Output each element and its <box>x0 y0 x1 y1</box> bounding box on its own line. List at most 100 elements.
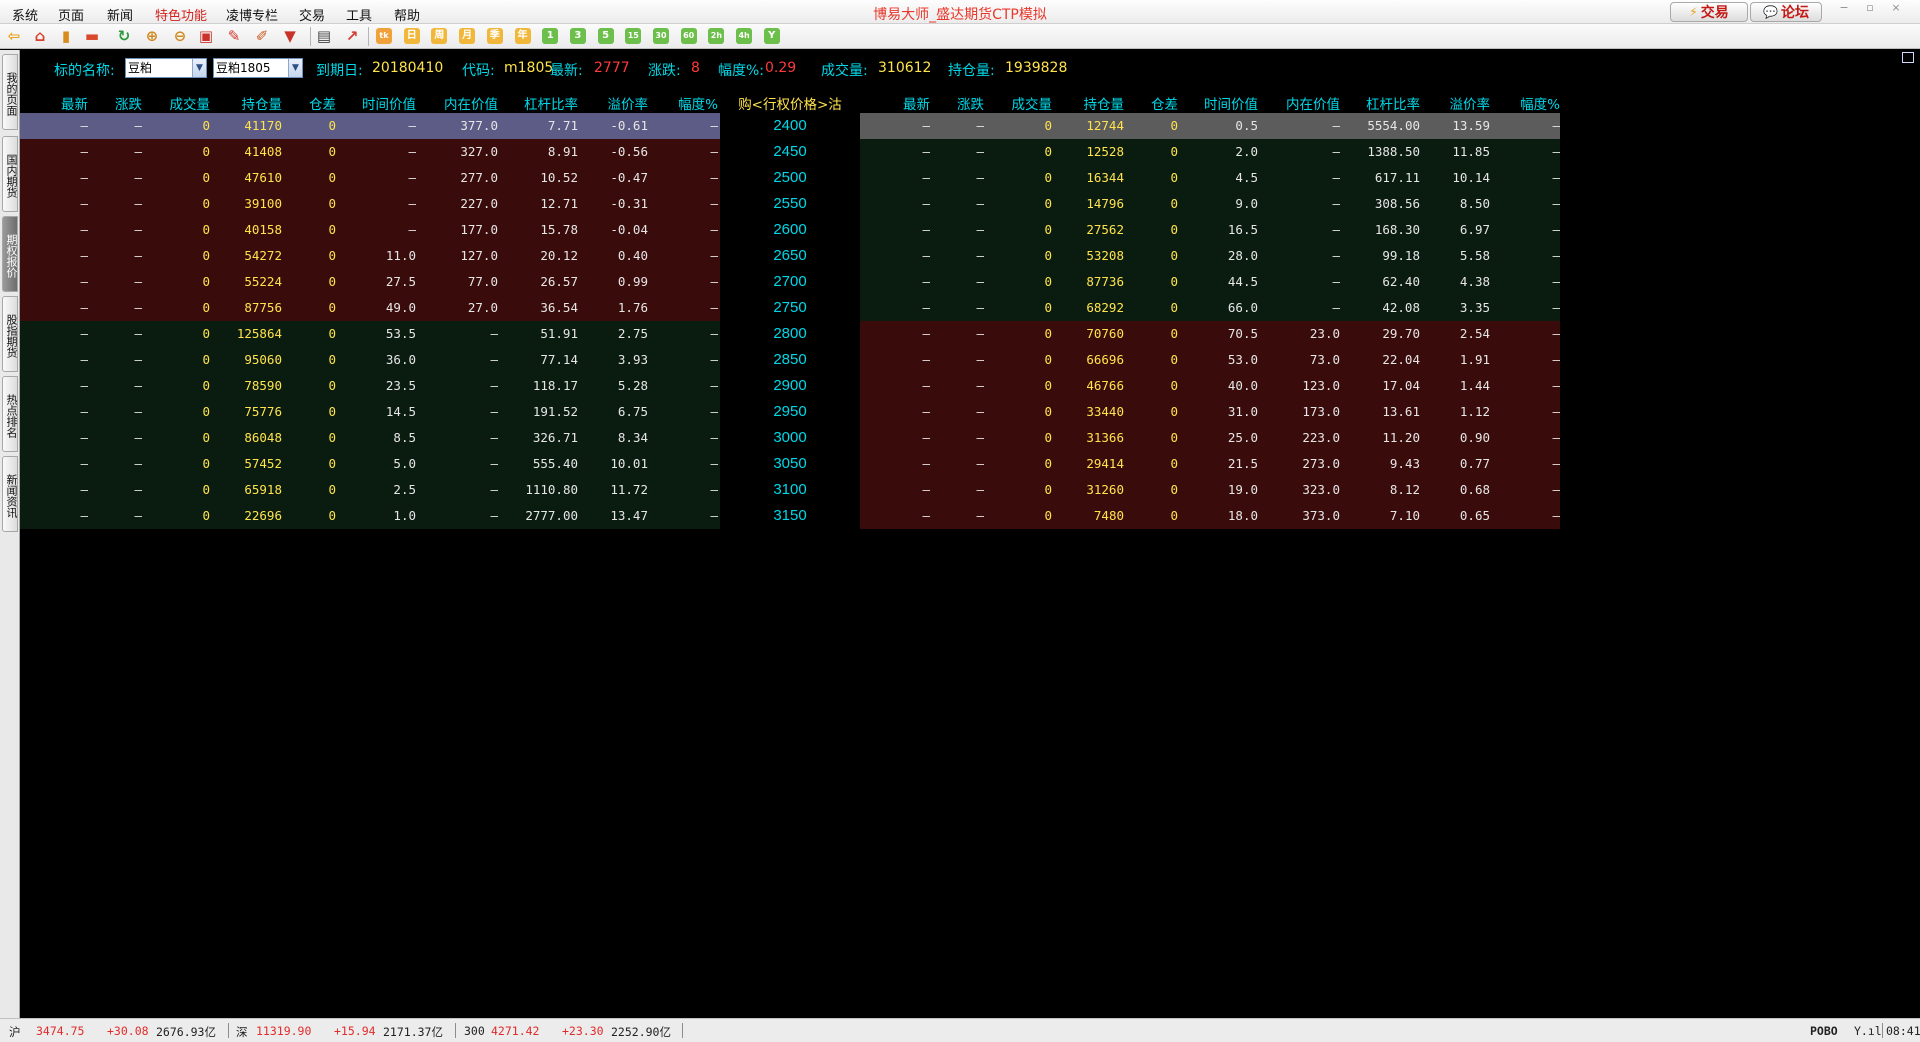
menu-tools[interactable]: 工具 <box>346 5 372 24</box>
season-chart-button[interactable]: 季 <box>486 28 503 44</box>
call-oi-change-cell: 0 <box>328 430 336 445</box>
strike-cell: 2650 <box>720 243 860 269</box>
status-bar: 沪 3474.75 +30.08 2676.93亿 深 11319.90 +15… <box>0 1018 1920 1042</box>
contract-select[interactable]: 豆粕1805 ▼ <box>213 58 303 78</box>
year-chart-button[interactable]: 年 <box>514 28 531 44</box>
2h-chart-button[interactable]: 2h <box>708 28 725 44</box>
strike-price: 2700 <box>773 273 807 290</box>
call-change-pct-cell: — <box>710 118 718 133</box>
change-label: 涨跌: <box>648 63 681 79</box>
call-intrinsic-value-cell: 127.0 <box>460 248 498 263</box>
put-change-pct-cell: — <box>1552 248 1560 263</box>
table-row[interactable]: — —0 125864 0 53.5—51.91 2.75—2800— —0 70760 0 70… <box>20 321 1560 347</box>
call-intrinsic-value-cell: 327.0 <box>460 144 498 159</box>
window-title: 博易大师_盛达期货CTP模拟 <box>873 7 1047 23</box>
table-row[interactable]: — —0 39100 0—227.0 12.71 -0.31—2550— —0 14796 0 9… <box>20 191 1560 217</box>
table-row[interactable]: — —0 75776 0 14.5—191.52 6.75—2950— —0 33440 0 31… <box>20 399 1560 425</box>
minimize-icon[interactable]: − <box>1836 1 1852 15</box>
table-row[interactable]: — —0 40158 0—177.0 15.78 -0.04—2600— —0 27562 0 1… <box>20 217 1560 243</box>
maximize-icon[interactable]: ▫ <box>1862 1 1878 15</box>
60min-chart-button[interactable]: 60 <box>680 28 697 44</box>
30min-chart-button[interactable]: 30 <box>653 28 669 44</box>
put-time-value-cell: 31.0 <box>1227 404 1258 419</box>
toolbar-separator <box>310 27 311 46</box>
back-arrow-icon[interactable]: ⇦ <box>6 28 22 44</box>
card-icon[interactable]: ▬ <box>84 28 100 44</box>
table-row[interactable]: — —0 78590 0 23.5—118.17 5.28—2900— —0 46766 0 40… <box>20 373 1560 399</box>
put-intrinsic-value-cell: — <box>1332 118 1340 133</box>
week-chart-button[interactable]: 周 <box>431 28 448 44</box>
menu-column[interactable]: 凌博专栏 <box>226 5 278 24</box>
call-oi-change-cell: 0 <box>328 274 336 289</box>
call-cells: — —0 125864 0 53.5—51.91 2.75— <box>20 321 720 347</box>
open-interest-value: 1939828 <box>1005 60 1068 76</box>
volume-label: 成交量: <box>821 63 868 79</box>
underlying-select[interactable]: 豆粕 ▼ <box>125 58 207 78</box>
paint-icon[interactable]: ✐ <box>254 28 270 44</box>
call-header-intrinsic-value: 内在价值 <box>444 97 498 113</box>
table-row[interactable]: — —0 54272 0 11.0 127.0 20.12 0.40—2650— —0 53208… <box>20 243 1560 269</box>
call-oi-change-cell: 0 <box>328 170 336 185</box>
menu-news[interactable]: 新闻 <box>107 5 133 24</box>
zoom-in-icon[interactable]: ⊕ <box>144 28 160 44</box>
put-oi-change-cell: 0 <box>1170 404 1178 419</box>
underlying-info-bar: 标的名称: 豆粕 ▼ 豆粕1805 ▼ 到期日: 20180410 代码: m1… <box>20 57 1900 79</box>
put-cells: — —0 29414 0 21.5 273.0 9.43 0.77— <box>860 451 1560 477</box>
home-icon[interactable]: ⌂ <box>32 28 48 44</box>
1min-chart-button[interactable]: 1 <box>542 28 559 44</box>
window-icon[interactable]: ▣ <box>198 28 214 44</box>
zoom-out-icon[interactable]: ⊖ <box>172 28 188 44</box>
menu-features[interactable]: 特色功能 <box>155 5 207 24</box>
strike-price: 2800 <box>773 325 807 342</box>
filter-icon[interactable]: ▼ <box>282 28 298 44</box>
put-oi-change-cell: 0 <box>1170 118 1178 133</box>
forum-button[interactable]: 💬 论坛 <box>1750 2 1822 22</box>
pen-icon[interactable]: ✎ <box>226 28 242 44</box>
5min-chart-button[interactable]: 5 <box>597 28 614 44</box>
sz-index-value: 11319.90 <box>256 1024 312 1038</box>
table-row[interactable]: — —0 95060 0 36.0—77.14 3.93—2850— —0 66696 0 53.… <box>20 347 1560 373</box>
refresh-icon[interactable]: ↻ <box>116 28 132 44</box>
menu-system[interactable]: 系统 <box>12 5 38 24</box>
panel-maximize-icon[interactable] <box>1902 52 1914 63</box>
status-divider <box>682 1023 683 1038</box>
call-time-value-cell: 14.5 <box>385 404 416 419</box>
option-quote-panel: 标的名称: 豆粕 ▼ 豆粕1805 ▼ 到期日: 20180410 代码: m1… <box>20 50 1920 1018</box>
strike-cell: 2550 <box>720 191 860 217</box>
call-oi-change-cell: 0 <box>328 508 336 523</box>
strike-price: 2600 <box>773 221 807 238</box>
table-header: 最新 涨跌 成交量 持仓量 仓差 时间价值 内在价值 杠杆比率 溢价率 幅度% 购<行权价格>沽 最新… <box>20 91 1900 113</box>
hs300-amount: 2252.90亿 <box>611 1025 671 1039</box>
chart-icon[interactable]: ↗ <box>344 28 360 44</box>
table-icon[interactable]: ▤ <box>316 28 332 44</box>
3min-chart-button[interactable]: 3 <box>569 28 586 44</box>
put-intrinsic-value-cell: 223.0 <box>1302 430 1340 445</box>
table-row[interactable]: — —0 86048 0 8.5—326.71 8.34—3000— —0 31366 0 25.… <box>20 425 1560 451</box>
call-intrinsic-value-cell: — <box>490 508 498 523</box>
15min-chart-button[interactable]: 15 <box>625 28 642 44</box>
4h-chart-button[interactable]: 4h <box>736 28 753 44</box>
table-row[interactable]: — —0 57452 0 5.0—555.40 10.01—3050— —0 29414 0 21… <box>20 451 1560 477</box>
menu-trade[interactable]: 交易 <box>299 5 325 24</box>
table-row[interactable]: — —0 22696 0 1.0—2777.00 13.47—3150— —0 7480 0 18… <box>20 503 1560 529</box>
tick-chart-button[interactable]: tk <box>376 28 392 44</box>
trade-button[interactable]: ⚡ 交易 <box>1670 2 1748 22</box>
put-oi-change-cell: 0 <box>1170 508 1178 523</box>
table-row[interactable]: — —0 87756 0 49.0 27.0 36.54 1.76—2750— —0 68292 0… <box>20 295 1560 321</box>
y-chart-button[interactable]: Y <box>763 28 780 44</box>
book-icon[interactable]: ▮ <box>58 28 74 44</box>
menu-help[interactable]: 帮助 <box>394 5 420 24</box>
month-chart-button[interactable]: 月 <box>459 28 476 44</box>
table-row[interactable]: — —0 55224 0 27.5 77.0 26.57 0.99—2700— —0 87736 0… <box>20 269 1560 295</box>
table-row[interactable]: — —0 65918 0 2.5—1110.80 11.72—3100— —0 31260 0 1… <box>20 477 1560 503</box>
close-icon[interactable]: × <box>1888 1 1904 15</box>
menu-page[interactable]: 页面 <box>58 5 84 24</box>
table-row[interactable]: — —0 41170 0—377.0 7.71 -0.61—2400— —0 12744 0 0.… <box>20 113 1560 139</box>
last-price-value: 2777 <box>594 60 630 76</box>
status-divider <box>1882 1023 1883 1038</box>
day-chart-button[interactable]: 日 <box>403 28 420 44</box>
put-intrinsic-value-cell: — <box>1332 274 1340 289</box>
hs300-change: +23.30 <box>562 1024 604 1038</box>
table-row[interactable]: — —0 47610 0—277.0 10.52 -0.47—2500— —0 16344 0 4… <box>20 165 1560 191</box>
table-row[interactable]: — —0 41408 0—327.0 8.91 -0.56—2450— —0 12528 0 2.… <box>20 139 1560 165</box>
